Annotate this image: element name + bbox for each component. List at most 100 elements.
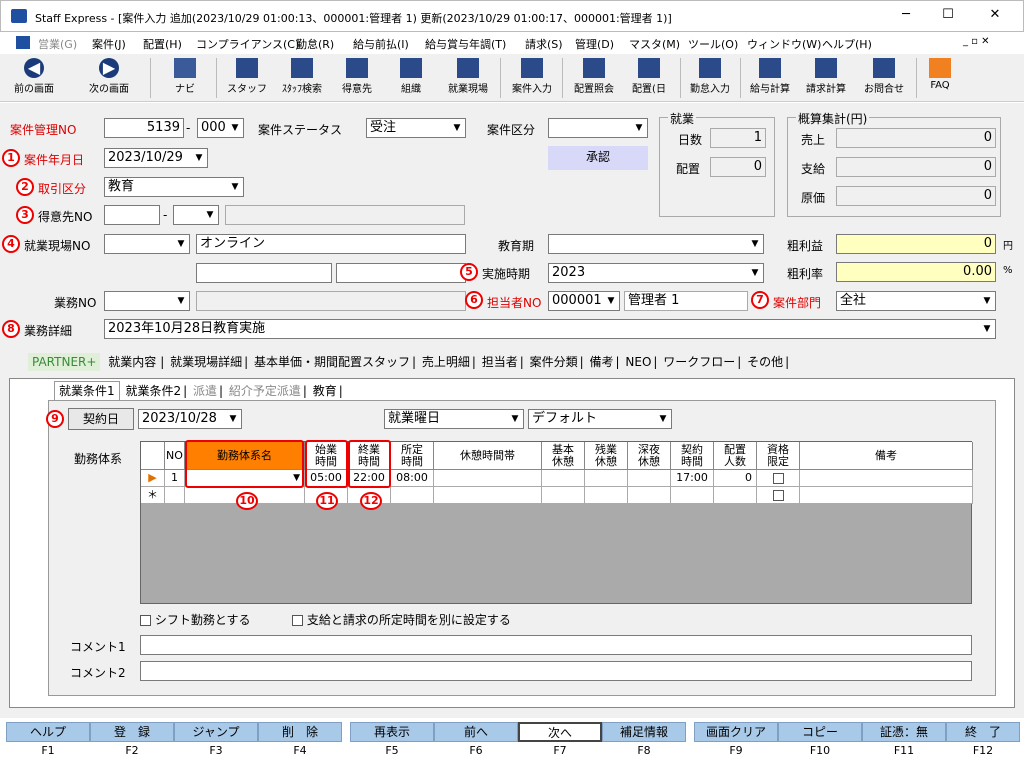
row-selector-icon[interactable]: ▶ [141, 470, 165, 487]
tab-sales-detail[interactable]: 売上明細 [420, 353, 472, 371]
assign-day-button[interactable]: 配置(日 [626, 56, 672, 100]
contract-date-input[interactable]: 2023/10/28 ▼ [138, 409, 242, 429]
cell-notes[interactable] [800, 470, 973, 487]
subtab-education[interactable]: 教育 [311, 382, 339, 400]
separate-option[interactable]: 支給と請求の所定時間を別に設定する [292, 611, 511, 628]
work-no-select[interactable]: ▼ [104, 291, 190, 311]
type-select[interactable]: ▼ [548, 118, 648, 138]
menu-help[interactable]: ヘルプ(H) [822, 36, 872, 52]
rep-no-select[interactable]: 000001 ▼ [548, 291, 620, 311]
impl-select[interactable]: 2023 ▼ [548, 263, 764, 283]
cell-qualified[interactable] [757, 470, 800, 487]
deal-select[interactable]: 教育 ▼ [104, 177, 244, 197]
tab-category[interactable]: 案件分類 [528, 353, 580, 371]
cell-contract[interactable]: 17:00 [671, 470, 714, 487]
faq-button[interactable]: FAQ [920, 56, 960, 100]
menu-assign[interactable]: 配置(H) [143, 36, 182, 52]
cell-fixed[interactable]: 08:00 [391, 470, 434, 487]
attendance-button[interactable]: 勤怠入力 [684, 56, 736, 100]
payroll-button[interactable]: 給与計算 [744, 56, 796, 100]
tab-neo[interactable]: NEO [623, 353, 653, 371]
client-sub-select[interactable]: ▼ [173, 205, 219, 225]
tab-unit-price[interactable]: 基本単価・期間配置スタッフ [252, 353, 412, 371]
menu-billing[interactable]: 請求(S) [525, 36, 563, 52]
save-button[interactable]: 登 録 [90, 722, 174, 742]
back-button[interactable]: ◀ 前の画面 [4, 56, 64, 100]
tab-work-content[interactable]: 就業内容 [104, 353, 160, 371]
menu-payroll[interactable]: 給与賞与年調(T) [425, 36, 506, 52]
case-entry-button[interactable]: 案件入力 [504, 56, 560, 100]
default-select[interactable]: デフォルト ▼ [528, 409, 672, 429]
tab-partner[interactable]: PARTNER+ [28, 353, 101, 371]
cell-ot-break[interactable] [585, 470, 628, 487]
site-no-select[interactable]: ▼ [104, 234, 190, 254]
refresh-button[interactable]: 再表示 [350, 722, 434, 742]
day-type-select[interactable]: 就業曜日 ▼ [384, 409, 524, 429]
site-sub-input-1[interactable] [196, 263, 332, 283]
menu-advance[interactable]: 給与前払(I) [353, 36, 409, 52]
tab-other[interactable]: その他 [745, 353, 785, 371]
contact-button[interactable]: お問合せ [856, 56, 912, 100]
site-sub-input-2[interactable] [336, 263, 466, 283]
cell-people[interactable]: 0 [714, 470, 757, 487]
subtab-condition-1[interactable]: 就業条件1 [54, 381, 120, 400]
menu-tools[interactable]: ツール(O) [688, 36, 738, 52]
help-button[interactable]: ヘルプ [6, 722, 90, 742]
assign-view-button[interactable]: 配置照会 [566, 56, 622, 100]
staff-search-button[interactable]: ｽﾀｯﾌ検索 [274, 56, 330, 100]
site-button[interactable]: 就業現場 [440, 56, 496, 100]
menu-case[interactable]: 案件(J) [92, 36, 126, 52]
case-no-input[interactable]: 5139 [104, 118, 184, 138]
client-button[interactable]: 得意先 [334, 56, 380, 100]
billing-button[interactable]: 請求計算 [800, 56, 852, 100]
date-input[interactable]: 2023/10/29 ▼ [104, 148, 208, 168]
next-button[interactable]: 次へ [518, 722, 602, 742]
menu-admin[interactable]: 管理(D) [575, 36, 614, 52]
menu-window[interactable]: ウィンドウ(W) [747, 36, 821, 52]
mdi-controls[interactable]: _ ▫ ✕ [963, 36, 990, 47]
tab-workflow[interactable]: ワークフロー [661, 353, 737, 371]
jump-button[interactable]: ジャンプ [174, 722, 258, 742]
staff-button[interactable]: スタッフ [224, 56, 270, 100]
approve-button[interactable]: 承認 [548, 146, 648, 170]
client-no-input[interactable] [104, 205, 160, 225]
case-no-sub-select[interactable]: 000 ▼ [197, 118, 244, 138]
close-button[interactable]: ✕ [985, 7, 1005, 25]
qualified-checkbox-new[interactable] [772, 489, 784, 501]
cell-night-break[interactable] [628, 470, 671, 487]
dept-select[interactable]: 全社 ▼ [836, 291, 996, 311]
qualified-checkbox[interactable] [772, 472, 784, 484]
delete-button[interactable]: 削 除 [258, 722, 342, 742]
menu-compliance[interactable]: コンプライアンス(C) [196, 36, 299, 52]
tab-site-detail[interactable]: 就業現場詳細 [168, 353, 244, 371]
site-name[interactable]: オンライン [196, 234, 466, 254]
comment1-input[interactable] [140, 635, 972, 655]
status-select[interactable]: 受注 ▼ [366, 118, 466, 138]
supplement-button[interactable]: 補足情報 [602, 722, 686, 742]
copy-button[interactable]: コピー [778, 722, 862, 742]
menu-sales[interactable]: 営業(G) [38, 36, 77, 52]
subtab-condition-2[interactable]: 就業条件2 [123, 382, 183, 400]
detail-select[interactable]: 2023年10月28日教育実施 ▼ [104, 319, 996, 339]
tab-notes[interactable]: 備考 [588, 353, 616, 371]
navi-button[interactable]: ナビ [160, 56, 210, 100]
shift-option[interactable]: シフト勤務とする [140, 611, 250, 628]
comment2-input[interactable] [140, 661, 972, 681]
forward-button[interactable]: ▶ 次の画面 [74, 56, 144, 100]
subtab-dispatch[interactable]: 派遣 [191, 382, 219, 400]
menu-master[interactable]: マスタ(M) [629, 36, 680, 52]
clear-button[interactable]: 画面クリア [694, 722, 778, 742]
separate-checkbox[interactable] [292, 615, 303, 626]
maximize-button[interactable]: ☐ [938, 7, 958, 25]
shift-checkbox[interactable] [140, 615, 151, 626]
subtab-intro-dispatch[interactable]: 紹介予定派遣 [227, 382, 303, 400]
prev-button[interactable]: 前へ [434, 722, 518, 742]
org-button[interactable]: 組織 [388, 56, 434, 100]
evidence-button[interactable]: 証憑：無 [862, 722, 946, 742]
cell-base-break[interactable] [542, 470, 585, 487]
edu-period-select[interactable]: ▼ [548, 234, 764, 254]
minimize-button[interactable]: ─ [896, 7, 916, 25]
menu-attendance[interactable]: 勤怠(R) [296, 36, 334, 52]
tab-rep[interactable]: 担当者 [480, 353, 520, 371]
cell-break[interactable] [434, 470, 542, 487]
